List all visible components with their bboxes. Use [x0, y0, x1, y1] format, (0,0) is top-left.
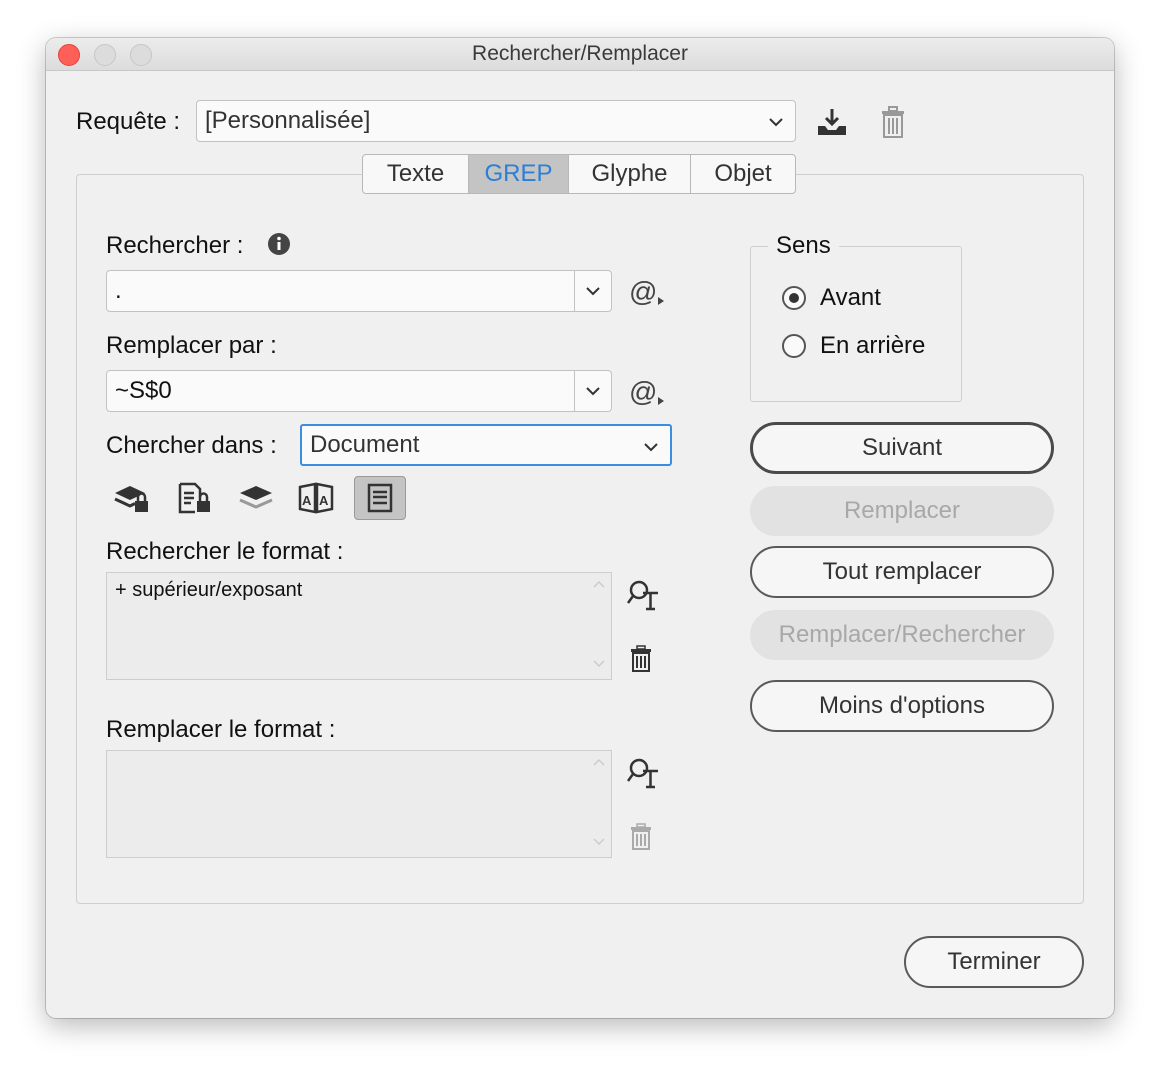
save-query-icon[interactable]	[812, 104, 852, 140]
radio-forward[interactable]	[782, 286, 806, 310]
replace-find-button[interactable]: Remplacer/Rechercher	[750, 610, 1054, 660]
query-value: [Personnalisée]	[205, 107, 371, 134]
include-hidden-layers-icon[interactable]	[236, 478, 276, 518]
info-icon[interactable]	[266, 231, 292, 257]
tab-grep[interactable]: GREP	[469, 155, 569, 193]
replace-field[interactable]: ~S$0	[106, 370, 612, 412]
replace-value: ~S$0	[115, 377, 172, 404]
find-format-label: Rechercher le format :	[106, 538, 344, 565]
include-locked-layers-icon[interactable]	[112, 478, 152, 518]
next-button[interactable]: Suivant	[750, 422, 1054, 474]
tab-objet[interactable]: Objet	[691, 155, 795, 193]
query-label: Requête :	[76, 108, 181, 135]
scroll-down-icon[interactable]	[591, 835, 607, 853]
scroll-down-icon[interactable]	[591, 657, 607, 675]
find-special-characters-icon[interactable]: @	[628, 276, 668, 310]
scroll-up-icon[interactable]	[591, 577, 607, 595]
search-in-select[interactable]: Document	[300, 424, 672, 466]
direction-label: Sens	[768, 232, 839, 260]
include-master-pages-icon[interactable]: AA	[296, 478, 336, 518]
include-locked-stories-icon[interactable]	[174, 478, 214, 518]
specify-find-format-icon[interactable]	[626, 578, 662, 612]
search-in-label: Chercher dans :	[106, 432, 277, 459]
find-format-value: + supérieur/exposant	[115, 579, 303, 601]
clear-find-format-icon[interactable]	[626, 644, 656, 674]
query-select[interactable]: [Personnalisée]	[196, 100, 796, 142]
scroll-up-icon[interactable]	[591, 755, 607, 773]
specify-replace-format-icon[interactable]	[626, 756, 662, 790]
replace-special-characters-icon[interactable]: @	[628, 376, 668, 410]
chevron-down-icon	[767, 111, 785, 139]
replace-format-box[interactable]	[106, 750, 612, 858]
window-title: Rechercher/Remplacer	[472, 42, 688, 65]
tab-glyphe[interactable]: Glyphe	[569, 155, 691, 193]
svg-text:@: @	[629, 377, 657, 407]
find-replace-dialog: Rechercher/Remplacer Requête : [Personna…	[46, 38, 1114, 1018]
search-in-value: Document	[310, 431, 420, 458]
replace-history-dropdown[interactable]	[574, 371, 611, 411]
fewer-options-button[interactable]: Moins d'options	[750, 680, 1054, 732]
find-value: .	[115, 277, 122, 304]
svg-text:A: A	[319, 493, 329, 508]
find-field[interactable]: .	[106, 270, 612, 312]
chevron-down-icon	[586, 387, 600, 396]
replace-format-label: Remplacer le format :	[106, 716, 336, 743]
replace-button[interactable]: Remplacer	[750, 486, 1054, 536]
chevron-down-icon	[586, 287, 600, 296]
tab-texte[interactable]: Texte	[363, 155, 469, 193]
svg-text:@: @	[629, 277, 657, 307]
radio-forward-label[interactable]: Avant	[820, 284, 881, 312]
replace-all-button[interactable]: Tout remplacer	[750, 546, 1054, 598]
find-history-dropdown[interactable]	[574, 271, 611, 311]
include-footnotes-icon[interactable]	[354, 476, 406, 520]
radio-backward[interactable]	[782, 334, 806, 358]
svg-text:A: A	[302, 493, 312, 508]
title-bar: Rechercher/Remplacer	[46, 38, 1114, 71]
find-format-box[interactable]: + supérieur/exposant	[106, 572, 612, 680]
delete-query-icon[interactable]	[876, 104, 910, 140]
clear-replace-format-icon	[626, 822, 656, 852]
radio-backward-label[interactable]: En arrière	[820, 332, 925, 360]
chevron-down-icon	[642, 436, 660, 464]
direction-group	[750, 246, 962, 402]
find-label: Rechercher :	[106, 232, 244, 259]
done-button[interactable]: Terminer	[904, 936, 1084, 988]
mode-tabs: Texte GREP Glyphe Objet	[362, 154, 796, 194]
replace-label: Remplacer par :	[106, 332, 277, 359]
